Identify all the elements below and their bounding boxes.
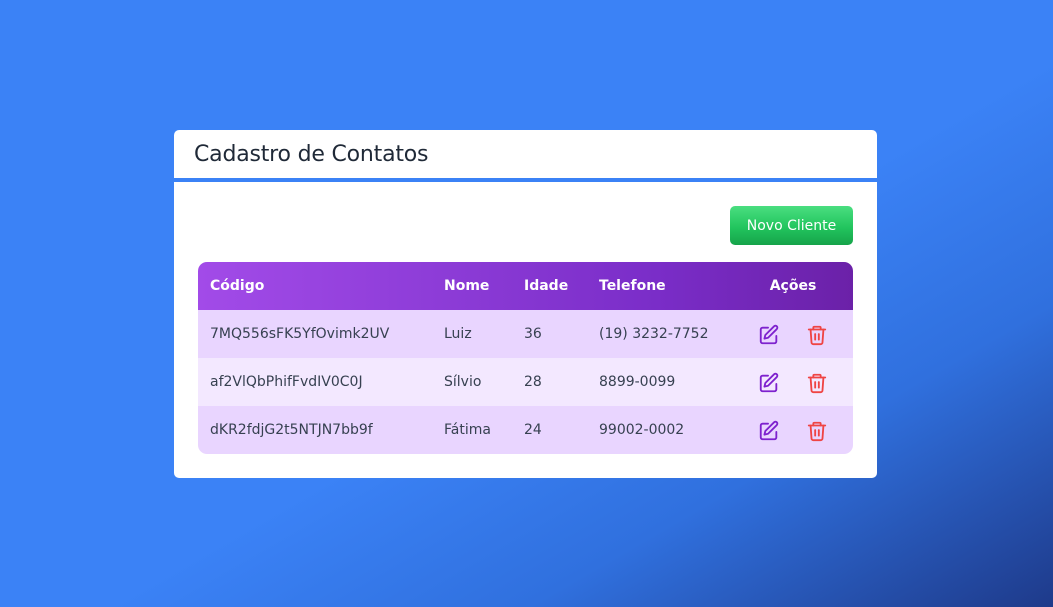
cell-telefone: 99002-0002 <box>599 422 685 438</box>
column-header-idade: Idade <box>524 278 569 294</box>
cell-actions <box>733 310 853 358</box>
page-title: Cadastro de Contatos <box>194 141 429 167</box>
row-actions <box>733 370 853 394</box>
trash-icon[interactable] <box>806 372 828 394</box>
cell-nome: Sílvio <box>444 374 482 390</box>
cell-nome: Fátima <box>444 422 491 438</box>
column-header-acoes: Ações <box>769 278 817 294</box>
table-row: dKR2fdjG2t5NTJN7bb9f Fátima 24 99002-000… <box>198 406 853 454</box>
cell-idade: 24 <box>524 422 542 438</box>
contacts-card: Cadastro de Contatos Novo Cliente Código… <box>174 130 877 478</box>
cell-nome: Luiz <box>444 326 472 342</box>
cell-idade: 36 <box>524 326 542 342</box>
edit-icon[interactable] <box>758 420 780 442</box>
trash-icon[interactable] <box>806 420 828 442</box>
cell-idade: 28 <box>524 374 542 390</box>
table-header-row: Código Nome Idade Telefone Ações <box>198 262 853 310</box>
row-actions <box>733 322 853 346</box>
cell-codigo: af2VlQbPhifFvdIV0C0J <box>210 374 363 390</box>
table-row: 7MQ556sFK5YfOvimk2UV Luiz 36 (19) 3232-7… <box>198 310 853 358</box>
contacts-table-wrapper: Código Nome Idade Telefone Ações 7MQ556s… <box>198 262 853 454</box>
edit-icon[interactable] <box>758 324 780 346</box>
cell-actions <box>733 406 853 454</box>
new-client-button[interactable]: Novo Cliente <box>730 206 853 245</box>
trash-icon[interactable] <box>806 324 828 346</box>
column-header-codigo: Código <box>210 278 265 294</box>
row-actions <box>733 418 853 442</box>
cell-telefone: (19) 3232-7752 <box>599 326 709 342</box>
contacts-table: Código Nome Idade Telefone Ações 7MQ556s… <box>198 262 853 454</box>
cell-codigo: dKR2fdjG2t5NTJN7bb9f <box>210 422 373 438</box>
column-header-nome: Nome <box>444 278 490 294</box>
edit-icon[interactable] <box>758 372 780 394</box>
table-row: af2VlQbPhifFvdIV0C0J Sílvio 28 8899-0099 <box>198 358 853 406</box>
cell-telefone: 8899-0099 <box>599 374 676 390</box>
card-header: Cadastro de Contatos <box>174 130 877 182</box>
column-header-telefone: Telefone <box>599 278 666 294</box>
cell-codigo: 7MQ556sFK5YfOvimk2UV <box>210 326 390 342</box>
cell-actions <box>733 358 853 406</box>
